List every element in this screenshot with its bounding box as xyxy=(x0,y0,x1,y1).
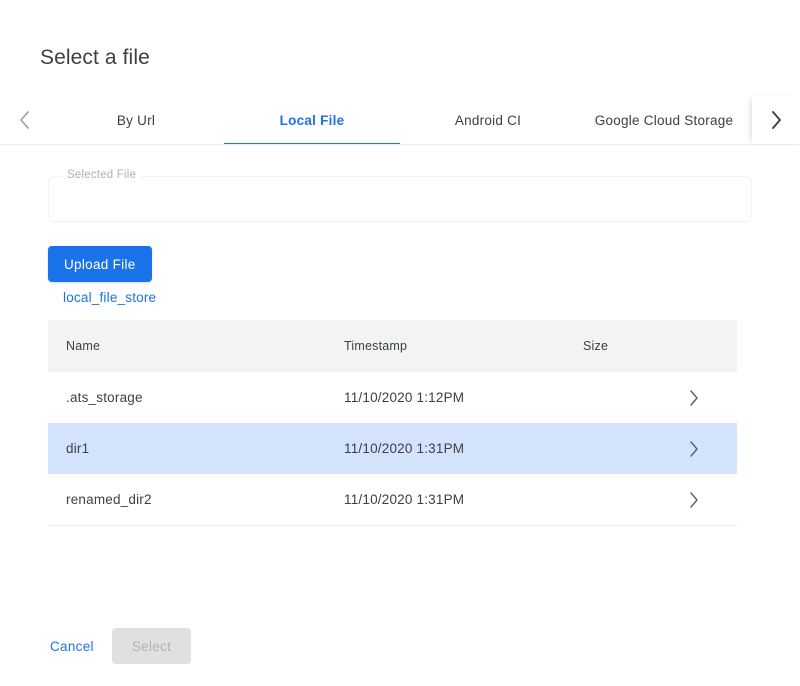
tab-label: By Url xyxy=(117,113,155,128)
table-row[interactable]: dir1 11/10/2020 1:31PM xyxy=(48,423,737,474)
chevron-right-icon xyxy=(689,441,699,457)
tabs-scroll-left-button[interactable] xyxy=(0,96,48,144)
chevron-right-icon xyxy=(689,390,699,406)
selected-file-input[interactable] xyxy=(49,177,751,221)
cell-timestamp: 11/10/2020 1:31PM xyxy=(344,441,583,456)
column-header-timestamp: Timestamp xyxy=(344,339,583,353)
chevron-right-icon xyxy=(689,492,699,508)
page-title: Select a file xyxy=(40,44,150,72)
row-open-button[interactable] xyxy=(673,390,737,406)
tab-by-url[interactable]: By Url xyxy=(48,96,224,144)
tab-bar: By Url Local File Android CI Google Clou… xyxy=(0,96,800,145)
select-button[interactable]: Select xyxy=(112,628,191,664)
tab-android-ci[interactable]: Android CI xyxy=(400,96,576,144)
tab-label: Android CI xyxy=(455,113,521,128)
row-open-button[interactable] xyxy=(673,441,737,457)
column-header-size: Size xyxy=(583,339,673,353)
select-file-dialog: Select a file By Url Local File Android … xyxy=(0,0,800,686)
row-open-button[interactable] xyxy=(673,492,737,508)
cell-timestamp: 11/10/2020 1:12PM xyxy=(344,390,583,405)
upload-file-button[interactable]: Upload File xyxy=(48,246,152,282)
tabs-scroll-right-button[interactable] xyxy=(752,96,800,144)
tab-local-file[interactable]: Local File xyxy=(224,96,400,144)
file-table: Name Timestamp Size .ats_storage 11/10/2… xyxy=(48,320,737,526)
selected-file-field[interactable]: Selected File xyxy=(48,176,752,222)
table-bottom-divider xyxy=(48,525,737,526)
table-row[interactable]: .ats_storage 11/10/2020 1:12PM xyxy=(48,372,737,423)
table-row[interactable]: renamed_dir2 11/10/2020 1:31PM xyxy=(48,474,737,525)
chevron-right-icon xyxy=(771,111,782,129)
cell-timestamp: 11/10/2020 1:31PM xyxy=(344,492,583,507)
cell-name: dir1 xyxy=(48,441,344,456)
cancel-button[interactable]: Cancel xyxy=(40,628,104,664)
table-header-row: Name Timestamp Size xyxy=(48,320,737,372)
chevron-left-icon xyxy=(19,111,30,129)
breadcrumb[interactable]: local_file_store xyxy=(63,290,156,305)
cell-name: .ats_storage xyxy=(48,390,344,405)
column-header-name: Name xyxy=(48,339,344,353)
tab-list: By Url Local File Android CI Google Clou… xyxy=(48,96,752,144)
tab-google-cloud-storage[interactable]: Google Cloud Storage xyxy=(576,96,752,144)
tab-label: Local File xyxy=(280,113,345,128)
cell-name: renamed_dir2 xyxy=(48,492,344,507)
dialog-actions: Cancel Select xyxy=(40,628,191,664)
tab-label: Google Cloud Storage xyxy=(595,113,734,128)
